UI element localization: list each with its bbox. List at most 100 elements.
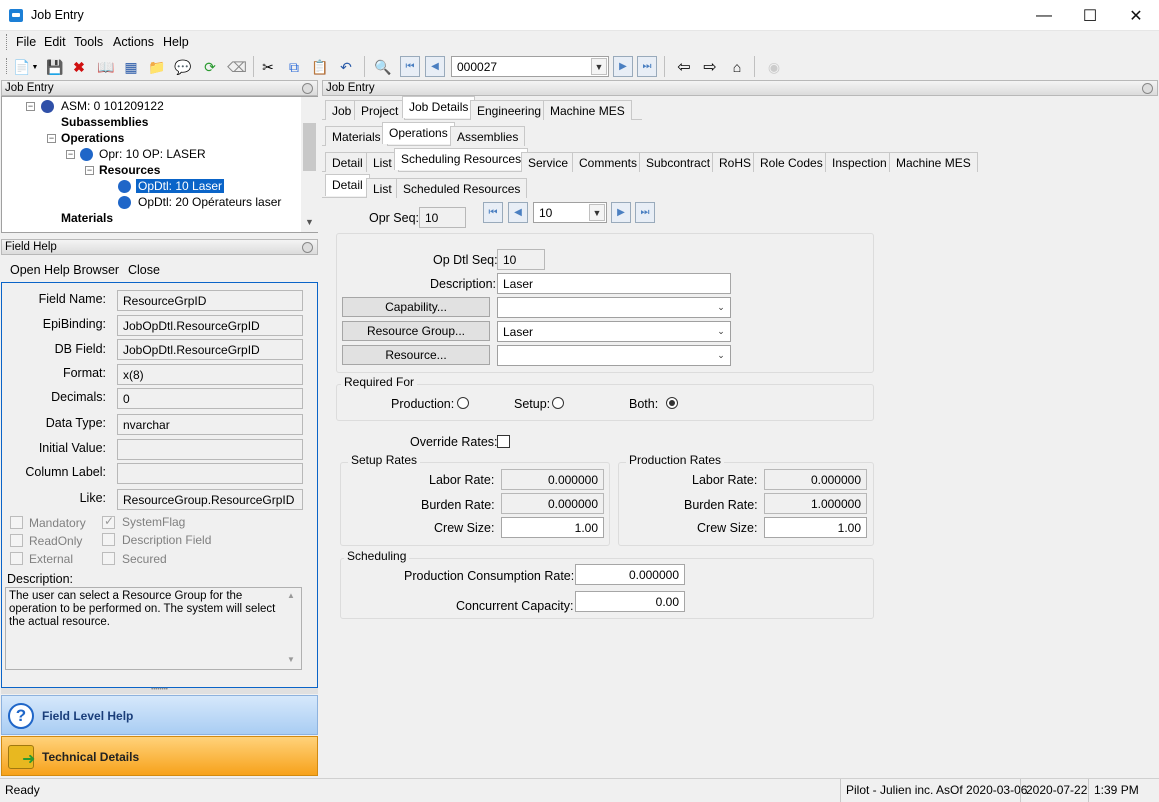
chevron-down-icon[interactable]: ▼ [591, 58, 607, 75]
folder-icon[interactable]: 📁 [147, 57, 167, 77]
tree-node-subassemblies[interactable]: Subassemblies [61, 115, 148, 129]
last-record-icon[interactable]: ⏭ [635, 202, 655, 223]
resource-group-button[interactable]: Resource Group... [342, 321, 490, 341]
tab-machine-mes-op[interactable]: Machine MES [889, 152, 978, 172]
job-number-combo[interactable]: 000027 ▼ [451, 56, 609, 77]
home-icon[interactable]: ⌂ [727, 57, 747, 77]
tree-node-opdtl-selected[interactable]: OpDtl: 10 Laser [136, 179, 225, 193]
tab-job-details[interactable]: Job Details [402, 96, 476, 118]
tab-service[interactable]: Service [521, 152, 576, 172]
paste-icon[interactable]: 📋 [310, 57, 330, 77]
resource-combo[interactable]: ⌄ [497, 345, 731, 366]
collapse-icon[interactable]: − [66, 150, 75, 159]
new-icon[interactable]: 📄 [12, 57, 32, 77]
grid-icon[interactable]: ▦ [121, 57, 141, 77]
tab-resource-list[interactable]: List [366, 178, 399, 198]
search-icon[interactable]: 🔍 [373, 57, 393, 77]
next-record-icon[interactable]: ▶ [613, 56, 633, 77]
first-record-icon[interactable]: ⏮ [483, 202, 503, 223]
next-record-icon[interactable]: ▶ [611, 202, 631, 223]
menu-tools[interactable]: Tools [74, 35, 103, 49]
tab-role-codes[interactable]: Role Codes [753, 152, 830, 172]
tab-comments[interactable]: Comments [572, 152, 645, 172]
menu-edit[interactable]: Edit [44, 35, 66, 49]
delete-icon[interactable]: ✖ [69, 57, 89, 77]
scroll-down-icon[interactable]: ▼ [287, 655, 295, 664]
capability-button[interactable]: Capability... [342, 297, 490, 317]
description-input[interactable]: Laser [497, 273, 731, 294]
tree-node-opdtl[interactable]: OpDtl: 20 Opérateurs laser [138, 195, 281, 209]
tree-node-asm[interactable]: ASM: 0 101209122 [61, 99, 164, 113]
book-icon[interactable]: 📖 [96, 57, 116, 77]
close-help-link[interactable]: Close [128, 263, 160, 277]
prod-consumption-input[interactable]: 0.000000 [575, 564, 685, 585]
tree-node-opr[interactable]: Opr: 10 OP: LASER [99, 147, 206, 161]
tree-scrollbar[interactable]: ▼ [301, 97, 318, 232]
eraser-icon[interactable]: ⌫ [227, 57, 247, 77]
close-window-button[interactable]: ✕ [1113, 0, 1159, 31]
tab-detail[interactable]: Detail [325, 152, 370, 172]
tab-inspection[interactable]: Inspection [825, 152, 894, 172]
back-icon[interactable]: ⇦ [674, 57, 694, 77]
tab-scheduling-resources[interactable]: Scheduling Resources [394, 148, 529, 170]
splitter-handle[interactable]: •••••••• [1, 687, 318, 694]
minimize-button[interactable]: — [1021, 0, 1067, 31]
forward-icon[interactable]: ⇨ [700, 57, 720, 77]
resource-button[interactable]: Resource... [342, 345, 490, 365]
both-radio[interactable] [666, 397, 678, 409]
save-icon[interactable]: 💾 [45, 57, 65, 77]
undo-icon[interactable]: ↶ [336, 57, 356, 77]
chat-icon[interactable]: 💬 [173, 57, 193, 77]
tab-resource-detail[interactable]: Detail [325, 174, 370, 196]
first-record-icon[interactable]: ⏮ [400, 56, 420, 77]
field-level-help-nav[interactable]: ? Field Level Help [1, 695, 318, 735]
tab-assemblies[interactable]: Assemblies [450, 126, 526, 146]
menu-help[interactable]: Help [163, 35, 189, 49]
pin-icon[interactable] [302, 242, 313, 253]
collapse-icon[interactable]: − [85, 166, 94, 175]
tree-node-materials[interactable]: Materials [61, 211, 113, 225]
resource-group-combo[interactable]: Laser ⌄ [497, 321, 731, 342]
tab-project[interactable]: Project [354, 100, 406, 120]
scroll-down-icon[interactable]: ▼ [305, 217, 314, 227]
technical-details-nav[interactable]: ➜ Technical Details [1, 736, 318, 776]
refresh-icon[interactable]: ⟳ [200, 57, 220, 77]
concurrent-capacity-input[interactable]: 0.00 [575, 591, 685, 612]
maximize-button[interactable]: ☐ [1067, 0, 1113, 31]
tab-machine-mes[interactable]: Machine MES [543, 100, 632, 120]
override-rates-checkbox[interactable] [497, 435, 510, 448]
production-radio[interactable] [457, 397, 469, 409]
chevron-down-icon[interactable]: ⌄ [713, 299, 729, 316]
setup-radio[interactable] [552, 397, 564, 409]
tree-node-resources[interactable]: Resources [99, 163, 160, 177]
menu-actions[interactable]: Actions [113, 35, 154, 49]
chevron-down-icon[interactable]: ⌄ [713, 347, 729, 364]
new-dropdown-icon[interactable]: ▼ [30, 57, 40, 77]
pin-icon[interactable] [302, 83, 313, 94]
tab-subcontract[interactable]: Subcontract [639, 152, 718, 172]
open-help-browser-link[interactable]: Open Help Browser [10, 263, 119, 277]
prod-crew-size-input[interactable]: 1.00 [764, 517, 867, 538]
previous-record-icon[interactable]: ◀ [425, 56, 445, 77]
tab-engineering[interactable]: Engineering [470, 100, 549, 120]
collapse-icon[interactable]: − [26, 102, 35, 111]
tree-node-operations[interactable]: Operations [61, 131, 124, 145]
scroll-up-icon[interactable]: ▲ [287, 591, 295, 600]
tab-rohs[interactable]: RoHS [712, 152, 759, 172]
cut-icon[interactable]: ✂ [258, 57, 278, 77]
tab-scheduled-resources[interactable]: Scheduled Resources [396, 178, 528, 198]
tab-operations[interactable]: Operations [382, 122, 455, 144]
menu-file[interactable]: File [16, 35, 36, 49]
chevron-down-icon[interactable]: ⌄ [713, 323, 729, 340]
tab-materials[interactable]: Materials [325, 126, 388, 146]
previous-record-icon[interactable]: ◀ [508, 202, 528, 223]
collapse-icon[interactable]: − [47, 134, 56, 143]
scroll-thumb[interactable] [303, 123, 316, 171]
setup-crew-size-input[interactable]: 1.00 [501, 517, 604, 538]
last-record-icon[interactable]: ⏭ [637, 56, 657, 77]
chevron-down-icon[interactable]: ▼ [589, 204, 605, 221]
pin-icon[interactable] [1142, 83, 1153, 94]
capability-combo[interactable]: ⌄ [497, 297, 731, 318]
copy-icon[interactable]: ⧉ [284, 57, 304, 77]
opdtl-nav-combo[interactable]: 10 ▼ [533, 202, 607, 223]
